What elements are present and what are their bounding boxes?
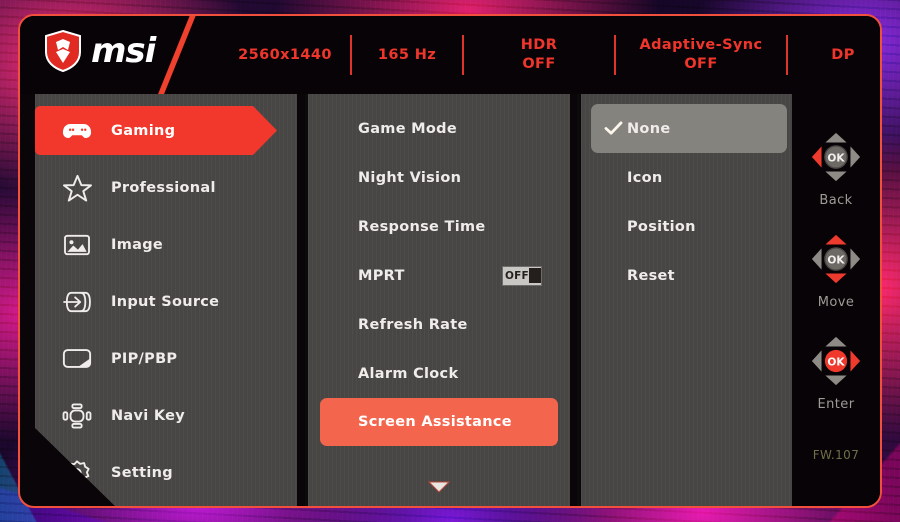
header-status-group: 2560x1440 165 Hz HDR OFF Adaptive-Sync O…: [220, 16, 874, 94]
nav-hint-label: Move: [817, 295, 855, 310]
submenu-item-refresh-rate[interactable]: Refresh Rate: [320, 300, 558, 349]
submenu-item-label: Alarm Clock: [358, 365, 459, 382]
submenu-item-response-time[interactable]: Response Time: [320, 202, 558, 251]
header-diagonal-accent: [153, 16, 198, 106]
monitor-osd-screen: msi 2560x1440 165 Hz HDR OFF Adaptive-Sy…: [0, 0, 900, 522]
value-item-label: Icon: [627, 169, 663, 186]
submenu-item-label: Game Mode: [358, 120, 457, 137]
svg-text:OK: OK: [827, 356, 845, 368]
sidebar-item-navi-key[interactable]: Navi Key: [35, 391, 297, 440]
nav-hint-enter: OK Enter: [809, 334, 863, 412]
sidebar-item-label: Setting: [111, 464, 173, 481]
sidebar-item-label: Gaming: [111, 122, 176, 139]
input-arrow-icon: [61, 287, 93, 317]
navi-key-icon: [61, 401, 93, 431]
value-item-position[interactable]: Position: [591, 202, 787, 251]
picture-icon: [61, 230, 93, 260]
status-resolution: 2560x1440: [238, 46, 332, 63]
dpad-updown-icon: OK: [809, 234, 863, 290]
nav-hint-back: OK Back: [809, 130, 863, 208]
submenu-item-game-mode[interactable]: Game Mode: [320, 104, 558, 153]
nav-hint-label: Enter: [817, 397, 855, 412]
value-item-label: Position: [627, 218, 696, 235]
status-refresh-rate: 165 Hz: [377, 46, 437, 63]
sidebar-item-input-source[interactable]: Input Source: [35, 277, 297, 326]
dpad-ok-right-icon: OK: [809, 336, 863, 392]
sidebar-item-label: Image: [111, 236, 164, 253]
star-icon: [61, 173, 93, 203]
status-adaptive-sync: Adaptive-Sync OFF: [639, 37, 763, 72]
submenu-item-screen-assistance[interactable]: Screen Assistance: [320, 398, 558, 446]
sidebar-item-label: Professional: [111, 179, 216, 196]
sidebar-item-label: PIP/PBP: [111, 350, 178, 367]
value-item-icon[interactable]: Icon: [591, 153, 787, 202]
column-divider: [577, 94, 580, 506]
osd-panel: msi 2560x1440 165 Hz HDR OFF Adaptive-Sy…: [18, 14, 882, 508]
sidebar-item-setting[interactable]: Setting: [35, 448, 297, 497]
submenu-item-label: Response Time: [358, 218, 486, 235]
sidebar-item-gaming[interactable]: Gaming: [35, 106, 277, 155]
svg-text:OK: OK: [827, 254, 845, 266]
value-item-label: Reset: [627, 267, 675, 284]
submenu-item-mprt[interactable]: MPRT OFF: [320, 251, 558, 300]
scroll-down-indicator[interactable]: [308, 480, 570, 498]
value-item-none[interactable]: None: [591, 104, 787, 153]
sidebar-item-professional[interactable]: Professional: [35, 163, 297, 212]
toggle-knob: [528, 268, 541, 283]
msi-dragon-shield-icon: [44, 29, 82, 73]
submenu-item-label: Night Vision: [358, 169, 462, 186]
submenu-item-alarm-clock[interactable]: Alarm Clock: [320, 349, 558, 398]
checkmark-icon: [599, 121, 627, 136]
osd-header: msi 2560x1440 165 Hz HDR OFF Adaptive-Sy…: [20, 16, 880, 106]
value-item-reset[interactable]: Reset: [591, 251, 787, 300]
sidebar-item-pip-pbp[interactable]: PIP/PBP: [35, 334, 297, 383]
sidebar-menu: Gaming Professional Image Input Source P…: [35, 94, 297, 508]
values-column: None Icon Position Reset: [581, 94, 797, 506]
msi-wordmark: msi: [91, 31, 156, 71]
sidebar-item-label: Navi Key: [111, 407, 186, 424]
nav-hint-move: OK Move: [809, 232, 863, 310]
status-hdr: HDR OFF: [520, 37, 558, 72]
pip-pbp-icon: [61, 344, 93, 374]
sidebar-item-image[interactable]: Image: [35, 220, 297, 269]
nav-hint-label: Back: [819, 193, 853, 208]
submenu-column: Game Mode Night Vision Response Time MPR…: [308, 94, 570, 506]
mprt-toggle-state: OFF: [505, 269, 529, 282]
gear-icon: [61, 458, 93, 488]
chevron-down-icon: [427, 480, 451, 498]
dpad-left-icon: OK: [809, 132, 863, 188]
mprt-toggle[interactable]: OFF: [502, 265, 542, 286]
osd-body: Gaming Professional Image Input Source P…: [20, 94, 880, 506]
value-item-label: None: [627, 120, 671, 137]
status-input-source: DP: [831, 46, 855, 63]
gamepad-icon: [61, 116, 93, 146]
submenu-item-label: Screen Assistance: [358, 414, 512, 430]
svg-text:OK: OK: [827, 152, 845, 164]
msi-logo: msi: [44, 29, 156, 73]
navigation-hints-panel: OK Back OK Move OK Enter FW.107: [792, 94, 880, 506]
firmware-version: FW.107: [812, 448, 860, 462]
submenu-item-label: Refresh Rate: [358, 316, 468, 333]
sidebar-item-label: Input Source: [111, 293, 220, 310]
submenu-item-label: MPRT: [358, 267, 405, 284]
submenu-item-night-vision[interactable]: Night Vision: [320, 153, 558, 202]
